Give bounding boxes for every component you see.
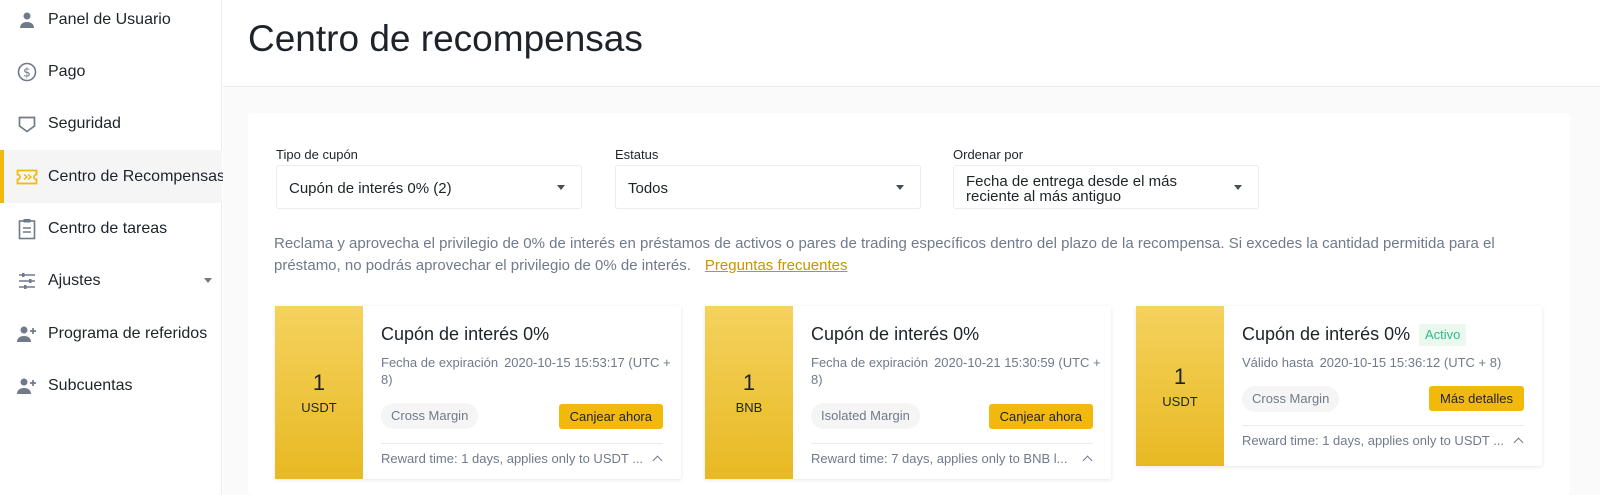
rewards-description: Reclama y aprovecha el privilegio de 0% … [274, 233, 1544, 277]
sort-select[interactable]: Fecha de entrega desde el más reciente a… [953, 165, 1259, 209]
coupon-card: 1 BNB Cupón de interés 0% Fecha de expir… [705, 306, 1111, 479]
description-text: Reclama y aprovecha el privilegio de 0% … [274, 235, 1495, 274]
coupon-date: Fecha de expiración 2020-10-15 15:53:17 (… [381, 354, 671, 388]
sidebar-item-security[interactable]: Seguridad [0, 97, 222, 150]
chevron-up-icon[interactable] [1513, 437, 1524, 448]
details-button[interactable]: Más detalles [1429, 386, 1524, 411]
status-label: Estatus [615, 147, 659, 162]
sidebar-item-rewards-center[interactable]: Centro de Recompensas [0, 150, 225, 203]
coupon-date-label: Fecha de expiración [811, 355, 929, 370]
coupon-currency: BNB [735, 400, 763, 415]
sidebar: Panel de Usuario $ Pago Seguridad Centro… [0, 0, 225, 495]
coupon-type-select[interactable]: Cupón de interés 0% (2) [276, 165, 582, 209]
user-plus-icon [16, 375, 38, 397]
coupon-amount: 1 [312, 370, 326, 395]
sidebar-item-label: Programa de referidos [48, 324, 208, 342]
sidebar-item-settings[interactable]: Ajustes [0, 254, 222, 307]
sliders-icon [16, 270, 38, 292]
coupon-date-label: Fecha de expiración [381, 355, 499, 370]
svg-text:$: $ [23, 65, 31, 79]
coupon-amount-block: 1 USDT [275, 306, 363, 479]
sidebar-item-task-center[interactable]: Centro de tareas [0, 202, 222, 255]
coupon-margin-tag: Cross Margin [1242, 386, 1340, 412]
chevron-up-icon[interactable] [1082, 455, 1093, 466]
chevron-down-icon [896, 185, 904, 190]
coupon-title: Cupón de interés 0% [811, 324, 980, 344]
divider [811, 443, 1093, 444]
sort-value-line2: reciente al más antiguo [966, 188, 1122, 205]
coupon-type-value: Cupón de interés 0% (2) [289, 180, 452, 197]
shield-icon [16, 113, 38, 135]
coupon-currency: USDT [301, 400, 337, 415]
user-icon [16, 9, 38, 31]
divider [381, 443, 663, 444]
chevron-up-icon[interactable] [652, 455, 663, 466]
sidebar-item-payment[interactable]: $ Pago [0, 45, 222, 98]
dollar-circle-icon: $ [16, 61, 38, 83]
status-badge: Activo [1419, 324, 1467, 346]
sort-label: Ordenar por [953, 147, 1024, 162]
coupon-amount: 1 [1173, 363, 1187, 389]
faq-link[interactable]: Preguntas frecuentes [705, 257, 848, 274]
page-header: Centro de recompensas [223, 0, 1600, 87]
sidebar-item-label: Pago [48, 62, 86, 80]
coupon-type-label: Tipo de cupón [276, 147, 358, 162]
coupon-amount-block: 1 BNB [705, 306, 793, 479]
redeem-button[interactable]: Canjear ahora [988, 404, 1093, 429]
chevron-down-icon [204, 278, 212, 283]
sidebar-item-label: Subcuentas [48, 376, 133, 394]
coupon-date: Válido hasta 2020-10-15 15:36:12 (UTC + 8… [1242, 354, 1532, 371]
coupon-title: Cupón de interés 0% [1242, 324, 1411, 344]
coupon-title: Cupón de interés 0% [381, 324, 550, 344]
page-title: Centro de recompensas [248, 18, 643, 59]
sidebar-item-user-panel[interactable]: Panel de Usuario [0, 0, 222, 46]
coupon-margin-tag: Isolated Margin [811, 403, 920, 429]
redeem-button[interactable]: Canjear ahora [558, 404, 663, 429]
coupon-reward-text: Reward time: 7 days, applies only to BNB… [811, 451, 1068, 466]
sidebar-item-subaccounts[interactable]: Subcuentas [0, 359, 222, 412]
sidebar-item-label: Ajustes [48, 271, 101, 289]
coupon-amount: 1 [742, 370, 756, 395]
coupon-reward-text: Reward time: 1 days, applies only to USD… [381, 451, 644, 466]
coupon-date: Fecha de expiración 2020-10-21 15:30:59 (… [811, 354, 1101, 388]
sidebar-item-label: Panel de Usuario [48, 10, 171, 28]
coupon-date-label: Válido hasta [1242, 355, 1314, 370]
coupon-amount-block: 1 USDT [1136, 306, 1224, 466]
status-select[interactable]: Todos [615, 165, 921, 209]
status-value: Todos [628, 180, 669, 197]
coupon-currency: USDT [1162, 393, 1198, 409]
coupon-card: 1 USDT Cupón de interés 0% Activo Válido… [1136, 306, 1542, 466]
sidebar-item-label: Centro de tareas [48, 219, 168, 237]
sort-value-line1: Fecha de entrega desde el más [966, 173, 1177, 190]
coupon-card: 1 USDT Cupón de interés 0% Fecha de expi… [275, 306, 681, 479]
chevron-down-icon [1234, 185, 1242, 190]
user-plus-icon [16, 323, 38, 345]
sidebar-item-label: Seguridad [48, 114, 121, 132]
chevron-down-icon [557, 185, 565, 190]
sidebar-item-label: Centro de Recompensas [48, 167, 225, 185]
coupon-date-value: 2020-10-15 15:36:12 (UTC + 8) [1319, 355, 1502, 370]
clipboard-icon [16, 218, 38, 240]
divider [1242, 425, 1524, 426]
coupon-margin-tag: Cross Margin [381, 403, 479, 429]
ticket-icon [16, 166, 38, 188]
coupon-reward-text: Reward time: 1 days, applies only to USD… [1242, 433, 1505, 448]
sidebar-item-referral-program[interactable]: Programa de referidos [0, 307, 222, 360]
